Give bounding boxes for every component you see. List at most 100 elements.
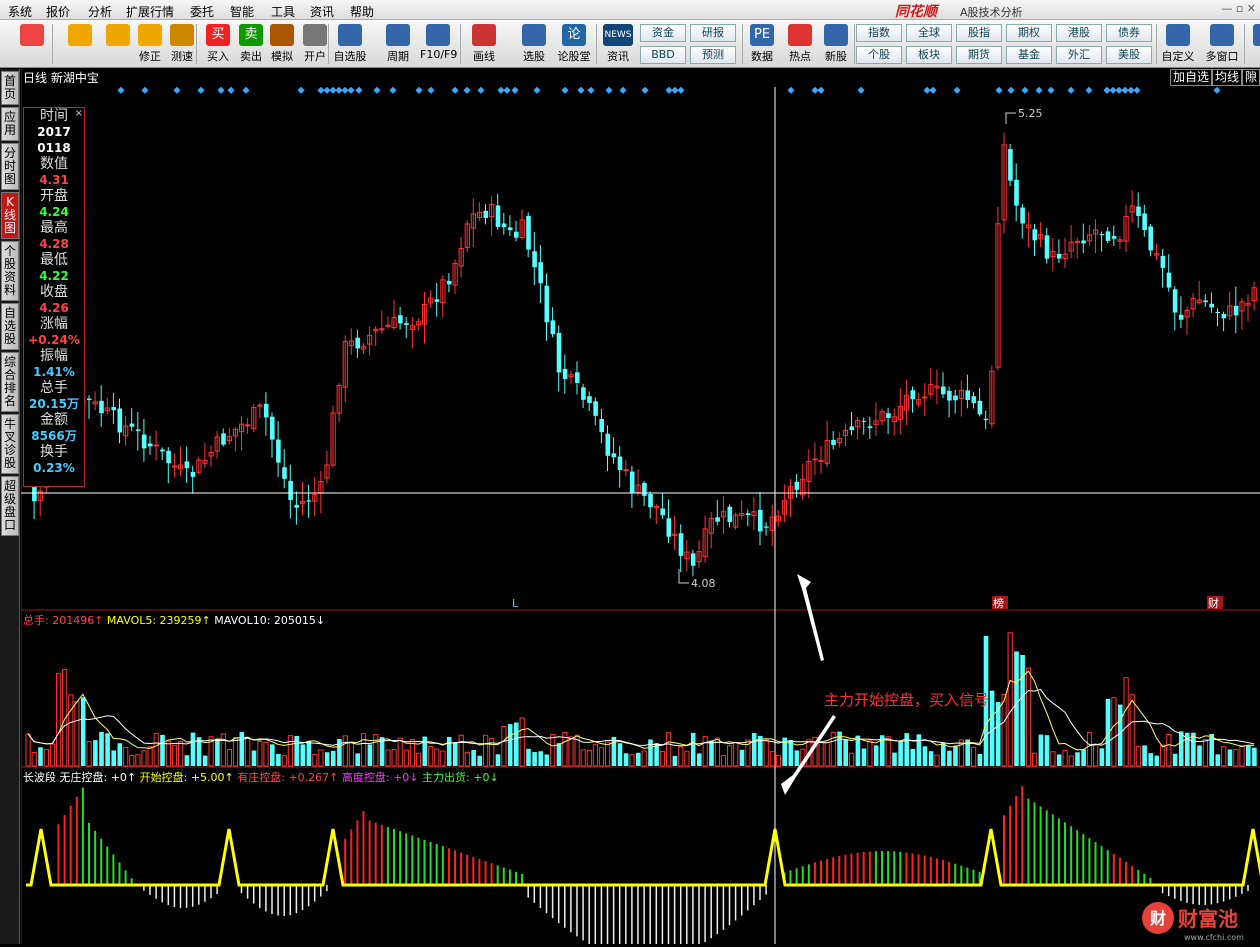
candle-body [831,439,836,445]
marker-bang[interactable]: 榜 [993,596,1004,610]
tool-button[interactable] [1247,22,1260,66]
candle-body [812,458,818,461]
tab-综合排名[interactable]: 综 合 排 名 [1,352,19,412]
quick-button[interactable]: 基金 [1006,46,1052,64]
volume-bar [495,754,501,766]
volume-bar [629,754,635,767]
toolbar-label: 自选股 [333,50,367,63]
tab-个股资料[interactable]: 个 股 资 料 [1,241,19,301]
volume-bar [855,735,861,766]
candle-body [562,368,568,380]
menu-item[interactable]: 系统 [8,3,32,20]
自定义-button[interactable]: 自定义 [1160,22,1196,66]
menu-item[interactable]: 扩展行情 [126,3,174,20]
volume-bar [818,741,824,767]
candle-body [605,433,611,456]
brand-logo: 同花顺 [895,4,937,20]
quick-button[interactable]: 研报 [690,24,736,42]
quick-button[interactable]: 美股 [1106,46,1152,64]
tab-分时图[interactable]: 分 时 图 [1,143,19,190]
menu-item[interactable]: 委托 [190,3,214,20]
menu-item[interactable]: 资讯 [310,3,334,20]
fix-icon [138,24,162,46]
menu-item[interactable]: 分析 [88,3,112,20]
candle-body [556,332,562,373]
window-controls[interactable]: — ▫ ✕ [1221,2,1256,15]
chart-button[interactable]: 均线 [1211,69,1242,86]
volume-bar [720,755,727,767]
candle-body [184,461,190,469]
volume-bar [867,740,873,767]
hot-icon [788,24,812,46]
marker-cai[interactable]: 财 [1208,596,1219,610]
candle-body [87,398,92,401]
quick-button[interactable]: BBD [640,46,686,64]
volume-bar [514,722,519,766]
修正-button[interactable]: 修正 [132,22,168,66]
quick-button[interactable]: 全球 [906,24,952,42]
toolbar-label: 自定义 [1161,50,1195,63]
tab-应用[interactable]: 应 用 [1,107,19,141]
选股-button[interactable]: 选股 [516,22,552,66]
menu-item[interactable]: 智能 [230,3,254,20]
tab-K线图[interactable]: K 线 图 [1,192,19,239]
candle-body [1105,231,1111,241]
新股-button[interactable]: 新股 [818,22,854,66]
info-value: 4.22 [39,269,69,283]
chart-button[interactable]: 隙 [1241,69,1260,86]
资讯-button[interactable]: NEWS 资讯 [600,22,636,66]
quick-button[interactable]: 指数 [856,24,902,42]
论股堂-button[interactable]: 论论股堂 [556,22,592,66]
kline-chart[interactable]: 日线 新湖中宝5.254.08L 榜财总手: 201496↑ MAVOL5: 23… [20,69,1260,947]
quick-button[interactable]: 期权 [1006,24,1052,42]
tool-button[interactable] [62,22,98,66]
signal-diamond [929,86,937,94]
quick-button[interactable]: 个股 [856,46,902,64]
close-icon[interactable]: × [75,108,83,119]
info-value: 1.41% [33,365,75,379]
tab-超级盘口[interactable]: 超 级 盘 口 [1,476,19,536]
数据-button[interactable]: PE 数据 [744,22,780,66]
candle-body [1136,206,1141,216]
tab-首页[interactable]: 首 页 [1,71,19,105]
quick-button[interactable]: 资金 [640,24,686,42]
tab-牛叉诊股[interactable]: 牛 叉 诊 股 [1,414,19,474]
candle-body [1056,253,1062,259]
custom-icon [1166,24,1190,46]
F10/F9-button[interactable]: F10/F9 [420,22,457,66]
quick-button[interactable]: 债券 [1106,24,1152,42]
candle-body [599,419,604,433]
多窗口-button[interactable]: 多窗口 [1204,22,1240,66]
chart-area[interactable]: 日线 新湖中宝 5.25 4.08 L 榜财总手: 201496↑ MAVOL5: 23… [20,69,1260,947]
自选股-button[interactable]: 自选股 [332,22,368,66]
quick-button[interactable]: 外汇 [1056,46,1102,64]
quick-button[interactable]: 期货 [956,46,1002,64]
menu-item[interactable]: 报价 [46,3,70,20]
toolbar-label: 新股 [825,50,847,63]
quick-button[interactable]: 预测 [690,46,736,64]
info-label: 开盘 [40,188,68,204]
chart-button[interactable]: 加自选 [1169,69,1212,86]
volume-bar [270,744,275,766]
quick-button[interactable]: 股指 [956,24,1002,42]
candle-body [642,482,647,496]
menu-item[interactable]: 工具 [271,3,295,20]
tool-button[interactable] [14,22,50,66]
high-marker [1005,112,1016,124]
模拟-button[interactable]: 模拟 [264,22,300,66]
candle-body [153,444,159,447]
画线-button[interactable]: 画线 [466,22,502,66]
热点-button[interactable]: 热点 [782,22,818,66]
volume-bar [519,717,525,767]
volume-bar [636,752,641,766]
测速-button[interactable]: 测速 [164,22,200,66]
买入-button[interactable]: 买买入 [200,22,236,66]
tool-button[interactable] [100,22,136,66]
quick-button[interactable]: 板块 [906,46,952,64]
周期-button[interactable]: 周期 [380,22,416,66]
candle-body [678,533,684,556]
quick-button[interactable]: 港股 [1056,24,1102,42]
volume-bar [1202,739,1209,767]
menu-item[interactable]: 帮助 [350,3,374,20]
tab-自选股[interactable]: 自 选 股 [1,303,19,350]
